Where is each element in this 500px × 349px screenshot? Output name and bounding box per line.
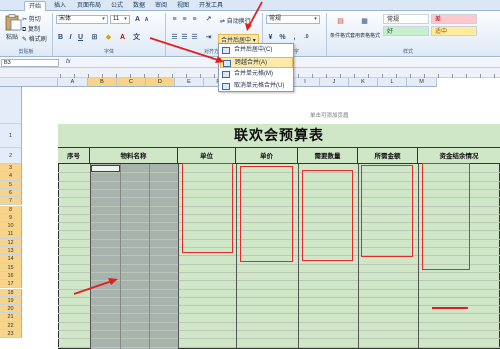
arrow-to-merge-across xyxy=(149,37,224,63)
annotation-arrows xyxy=(73,1,263,295)
arrow-to-selection xyxy=(73,278,118,295)
arrow-to-merge-button xyxy=(245,1,263,31)
